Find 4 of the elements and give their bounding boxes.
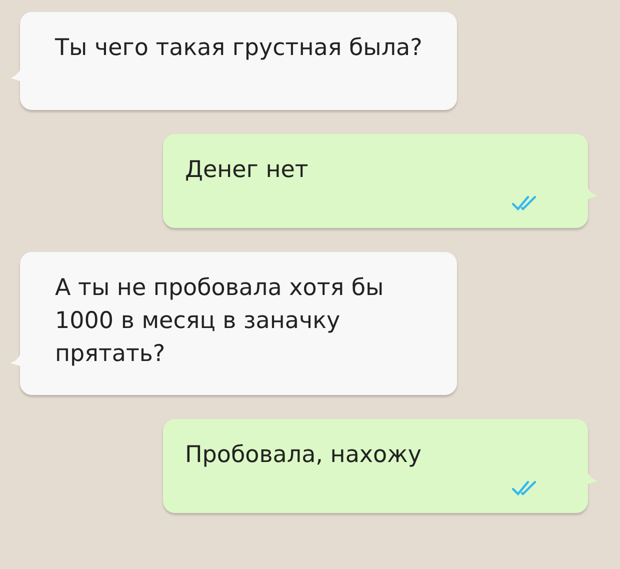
message-text: А ты не пробовала хотя бы 1000 в месяц в заначку прятать? — [55, 274, 385, 369]
message-text: Ты чего такая грустная была? — [55, 34, 424, 63]
message-text: Денег нет — [185, 156, 310, 185]
message-text: Пробовала, нахожу — [185, 441, 422, 470]
